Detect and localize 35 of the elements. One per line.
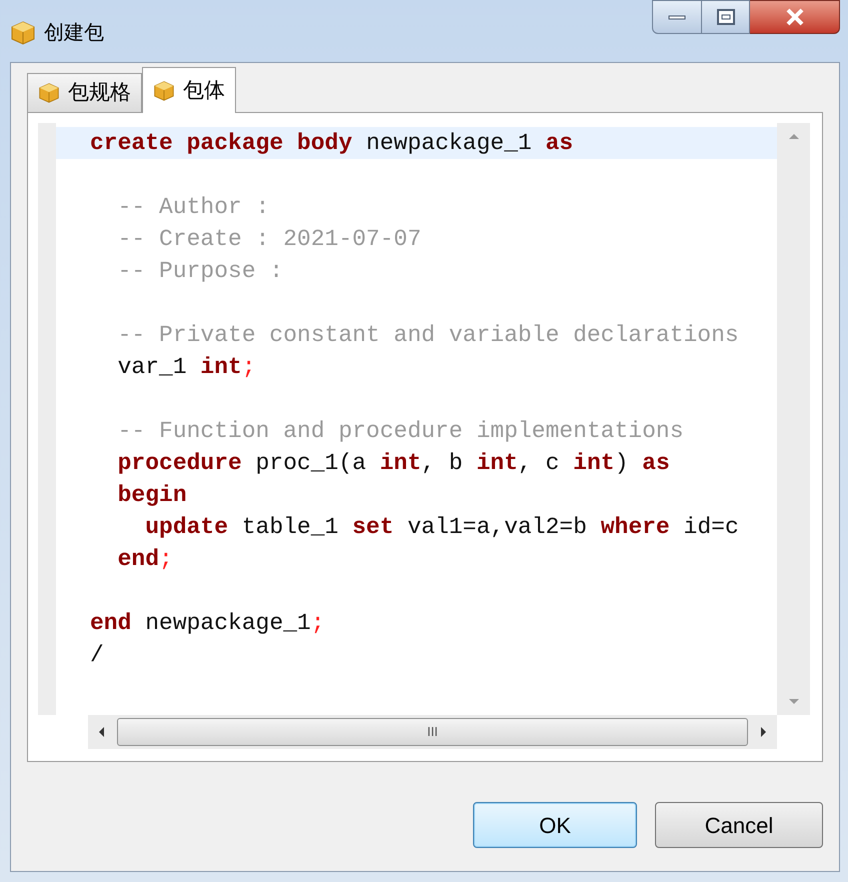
scroll-down-icon [788, 698, 800, 705]
scroll-right-icon [760, 726, 767, 738]
dialog-button[interactable]: Cancel [655, 802, 823, 848]
code-line: create package body newpackage_1 as [90, 130, 574, 156]
window-title: 创建包 [44, 21, 104, 46]
code-line: -- Function and procedure implementations [116, 418, 684, 444]
code-line: / [90, 642, 104, 668]
code-line: procedure proc_1(a int, b int, c int) as [116, 450, 670, 476]
minimize-icon [668, 14, 686, 20]
minimize-button[interactable] [652, 0, 702, 34]
maximize-icon [716, 9, 734, 25]
vertical-scrollbar[interactable] [777, 123, 810, 715]
code-line: -- Author : [116, 194, 270, 220]
code-line: var_1 int; [116, 354, 256, 380]
dialog-button[interactable]: OK [473, 802, 637, 848]
tab[interactable]: 包体 [142, 67, 236, 113]
box-icon [153, 80, 175, 102]
maximize-button[interactable] [702, 0, 750, 34]
grip-text: III [427, 723, 438, 742]
scroll-up-icon [788, 133, 800, 140]
close-button[interactable] [750, 0, 840, 34]
code-line: end; [116, 546, 173, 572]
code-line: -- Private constant and variable declarations [116, 322, 739, 348]
code-line: begin [116, 482, 187, 508]
close-icon [784, 8, 804, 26]
scrollbar-thumb[interactable]: III [117, 718, 748, 746]
tab[interactable]: 包规格 [27, 73, 142, 113]
code-line: end newpackage_1; [90, 610, 325, 636]
box-icon [10, 20, 36, 46]
horizontal-scrollbar[interactable]: III [88, 715, 777, 749]
code-line: update table_1 set val1=a,val2=b where id=c [144, 514, 739, 540]
scroll-left-icon [98, 726, 105, 738]
code-line: -- Purpose : [116, 258, 284, 284]
box-icon [38, 82, 60, 104]
code-line: -- Create : 2021-07-07 [116, 226, 422, 252]
